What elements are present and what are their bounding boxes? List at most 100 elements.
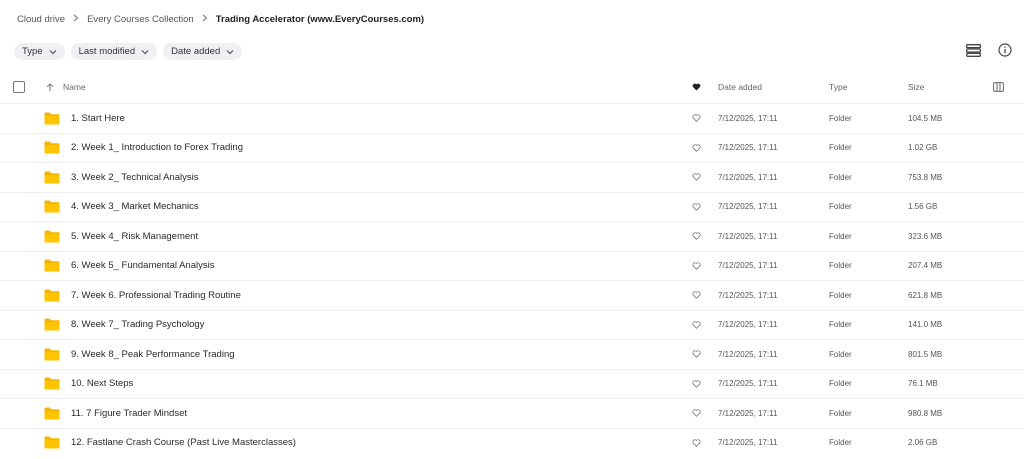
type-cell: Folder	[829, 231, 852, 241]
date-added-cell: 7/12/2025, 17:11	[718, 438, 778, 448]
heart-filled-icon	[692, 83, 701, 91]
favourite-button[interactable]	[692, 193, 701, 222]
size-cell: 801.5 MB	[908, 349, 943, 359]
filter-type-label: Type	[22, 46, 43, 57]
folder-icon	[44, 104, 60, 133]
favourite-button[interactable]	[692, 252, 701, 281]
heart-outline-icon	[692, 291, 701, 300]
heart-outline-icon	[692, 409, 701, 418]
favourite-button[interactable]	[692, 340, 701, 369]
heart-outline-icon	[692, 262, 701, 270]
list-view-button[interactable]	[964, 41, 982, 59]
date-added-cell: 7/12/2025, 17:11	[718, 172, 778, 182]
folder-name[interactable]: 10. Next Steps	[71, 370, 133, 399]
folder-icon	[44, 311, 60, 340]
column-header-date-added[interactable]: Date added	[718, 74, 762, 100]
size-cell: 2.06 GB	[908, 438, 938, 448]
favourite-button[interactable]	[692, 281, 701, 310]
type-cell: Folder	[829, 113, 852, 123]
table-row[interactable]: 11. 7 Figure Trader Mindset 7/12/2025, 1…	[0, 398, 1024, 428]
heart-outline-icon	[692, 203, 701, 211]
folder-name[interactable]: 6. Week 5_ Fundamental Analysis	[71, 252, 214, 281]
filter-last-modified[interactable]: Last modified	[70, 43, 158, 60]
table-row[interactable]: 5. Week 4_ Risk Management 7/12/2025, 17…	[0, 221, 1024, 251]
folder-name[interactable]: 1. Start Here	[71, 104, 125, 133]
folder-icon	[44, 399, 60, 428]
heart-outline-icon	[692, 173, 701, 182]
column-settings-button[interactable]	[993, 74, 1004, 100]
type-cell: Folder	[829, 320, 852, 330]
breadcrumb-every-courses-collection[interactable]: Every Courses Collection	[87, 14, 194, 25]
column-header-name[interactable]: Name	[63, 74, 86, 100]
table-row[interactable]: 3. Week 2_ Technical Analysis 7/12/2025,…	[0, 162, 1024, 192]
chevron-down-icon	[141, 49, 149, 54]
table-row[interactable]: 10. Next Steps 7/12/2025, 17:11 Folder 7…	[0, 368, 1024, 399]
folder-name[interactable]: 8. Week 7_ Trading Psychology	[71, 311, 204, 340]
cloud-drive-page: Cloud drive Every Courses Collection Tra…	[0, 0, 1024, 459]
favourite-button[interactable]	[692, 104, 701, 133]
table-row[interactable]: 12. Fastlane Crash Course (Past Live Mas…	[0, 427, 1024, 458]
type-cell: Folder	[829, 349, 852, 359]
column-header-type[interactable]: Type	[829, 74, 847, 100]
arrow-up-icon	[46, 82, 54, 91]
type-cell: Folder	[829, 143, 852, 153]
heart-outline-icon	[692, 321, 701, 329]
folder-icon	[44, 281, 60, 310]
folder-name[interactable]: 7. Week 6. Professional Trading Routine	[71, 281, 241, 310]
favourite-button[interactable]	[692, 370, 701, 399]
size-cell: 1.02 GB	[908, 143, 938, 153]
select-all-checkbox[interactable]	[13, 81, 25, 93]
favourite-button[interactable]	[692, 134, 701, 163]
breadcrumb-current-folder: Trading Accelerator (www.EveryCourses.co…	[215, 14, 425, 25]
columns-icon	[993, 82, 1004, 92]
table-row[interactable]: 8. Week 7_ Trading Psychology 7/12/2025,…	[0, 309, 1024, 340]
favourite-button[interactable]	[692, 163, 701, 192]
folder-name[interactable]: 4. Week 3_ Market Mechanics	[71, 193, 199, 222]
folder-icon	[44, 222, 60, 251]
sort-button[interactable]	[46, 74, 54, 100]
table-row[interactable]: 7. Week 6. Professional Trading Routine …	[0, 280, 1024, 310]
table-row[interactable]: 6. Week 5_ Fundamental Analysis 7/12/202…	[0, 250, 1024, 281]
filter-date-added-label: Date added	[171, 46, 221, 57]
list-view-icon	[965, 43, 981, 57]
folder-name[interactable]: 12. Fastlane Crash Course (Past Live Mas…	[71, 429, 296, 458]
folder-name[interactable]: 3. Week 2_ Technical Analysis	[71, 163, 198, 192]
folder-name[interactable]: 9. Week 8_ Peak Performance Trading	[71, 340, 235, 369]
size-cell: 76.1 MB	[908, 379, 938, 389]
favourite-button[interactable]	[692, 222, 701, 251]
filter-type[interactable]: Type	[14, 43, 65, 60]
column-header-size[interactable]: Size	[908, 74, 925, 100]
table-row[interactable]: 4. Week 3_ Market Mechanics 7/12/2025, 1…	[0, 191, 1024, 222]
favourite-button[interactable]	[692, 399, 701, 428]
table-row[interactable]: 2. Week 1_ Introduction to Forex Trading…	[0, 132, 1024, 163]
type-cell: Folder	[829, 172, 852, 182]
folder-name[interactable]: 2. Week 1_ Introduction to Forex Trading	[71, 134, 243, 163]
folder-icon	[44, 340, 60, 369]
breadcrumb-cloud-drive[interactable]: Cloud drive	[17, 14, 65, 25]
type-cell: Folder	[829, 379, 852, 389]
info-button[interactable]	[996, 41, 1014, 59]
column-header-favourite[interactable]	[692, 74, 701, 100]
table-row[interactable]: 9. Week 8_ Peak Performance Trading 7/12…	[0, 339, 1024, 369]
breadcrumb: Cloud drive Every Courses Collection Tra…	[17, 14, 424, 25]
heart-outline-icon	[692, 144, 701, 152]
date-added-cell: 7/12/2025, 17:11	[718, 261, 778, 271]
filter-bar: Type Last modified Date added	[14, 43, 243, 60]
folder-icon	[44, 163, 60, 192]
heart-outline-icon	[692, 380, 701, 388]
date-added-cell: 7/12/2025, 17:11	[718, 290, 778, 300]
filter-date-added[interactable]: Date added	[163, 43, 243, 60]
date-added-cell: 7/12/2025, 17:11	[718, 231, 778, 241]
date-added-cell: 7/12/2025, 17:11	[718, 143, 778, 153]
chevron-right-icon	[73, 14, 79, 25]
size-cell: 1.56 GB	[908, 202, 938, 212]
favourite-button[interactable]	[692, 311, 701, 340]
folder-name[interactable]: 11. 7 Figure Trader Mindset	[71, 399, 187, 428]
folder-name[interactable]: 5. Week 4_ Risk Management	[71, 222, 198, 251]
favourite-button[interactable]	[692, 429, 701, 458]
size-cell: 104.5 MB	[908, 113, 943, 123]
type-cell: Folder	[829, 261, 852, 271]
heart-outline-icon	[692, 232, 701, 241]
table-row[interactable]: 1. Start Here 7/12/2025, 17:11 Folder 10…	[0, 103, 1024, 133]
size-cell: 753.8 MB	[908, 172, 943, 182]
